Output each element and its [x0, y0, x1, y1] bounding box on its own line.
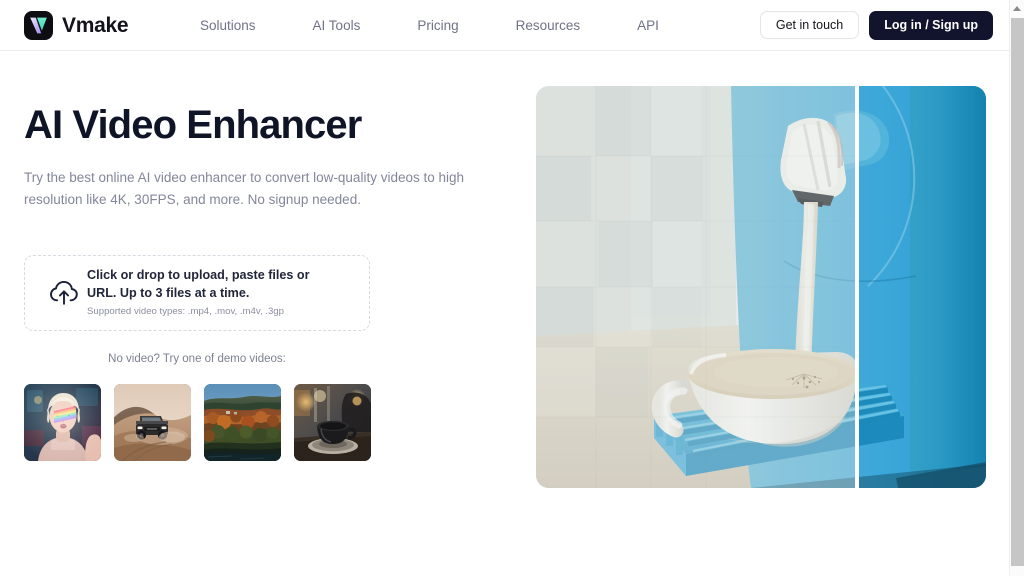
demo-videos-label: No video? Try one of demo videos: — [108, 353, 286, 365]
nav-item-pricing[interactable]: Pricing — [417, 12, 458, 39]
demo-video-coffee-cup[interactable] — [294, 384, 371, 461]
brand-logo[interactable]: Vmake — [24, 11, 129, 40]
hero-comparison-image[interactable] — [536, 86, 986, 488]
demo-video-desert-truck[interactable] — [114, 384, 191, 461]
scrollbar-thumb[interactable] — [1011, 18, 1024, 566]
cloud-upload-icon — [41, 280, 87, 306]
page-scrollbar[interactable] — [1009, 0, 1024, 576]
upload-primary-text: Click or drop to upload, paste files or … — [87, 268, 310, 301]
upload-dropzone-text: Click or drop to upload, paste files or … — [87, 267, 369, 318]
page-title: AI Video Enhancer — [24, 103, 362, 147]
demo-videos-list — [24, 384, 371, 461]
get-in-touch-button[interactable]: Get in touch — [759, 11, 860, 39]
vmake-logo-icon — [24, 11, 53, 40]
nav-item-resources[interactable]: Resources — [516, 12, 581, 39]
page-viewport: Vmake Solutions AI Tools Pricing Resourc… — [0, 0, 1009, 576]
nav-item-ai-tools[interactable]: AI Tools — [313, 12, 361, 39]
demo-video-autumn-forest[interactable] — [204, 384, 281, 461]
nav-item-solutions[interactable]: Solutions — [200, 12, 256, 39]
browser-page: Vmake Solutions AI Tools Pricing Resourc… — [0, 0, 1024, 576]
nav-item-api[interactable]: API — [637, 12, 659, 39]
header-actions: Get in touch Log in / Sign up — [759, 0, 993, 50]
upload-dropzone[interactable]: Click or drop to upload, paste files or … — [24, 255, 370, 331]
upload-supported-types: Supported video types: .mp4, .mov, .m4v,… — [87, 306, 284, 318]
hero-left-column: AI Video Enhancer Try the best online AI… — [24, 103, 494, 461]
main-nav: Solutions AI Tools Pricing Resources API — [200, 0, 659, 50]
scroll-up-arrow-icon[interactable] — [1010, 0, 1024, 16]
site-header: Vmake Solutions AI Tools Pricing Resourc… — [0, 0, 1009, 51]
page-subtitle: Try the best online AI video enhancer to… — [24, 170, 465, 207]
demo-video-portrait-blonde[interactable] — [24, 384, 101, 461]
brand-name: Vmake — [62, 14, 129, 37]
login-signup-button[interactable]: Log in / Sign up — [869, 10, 993, 40]
